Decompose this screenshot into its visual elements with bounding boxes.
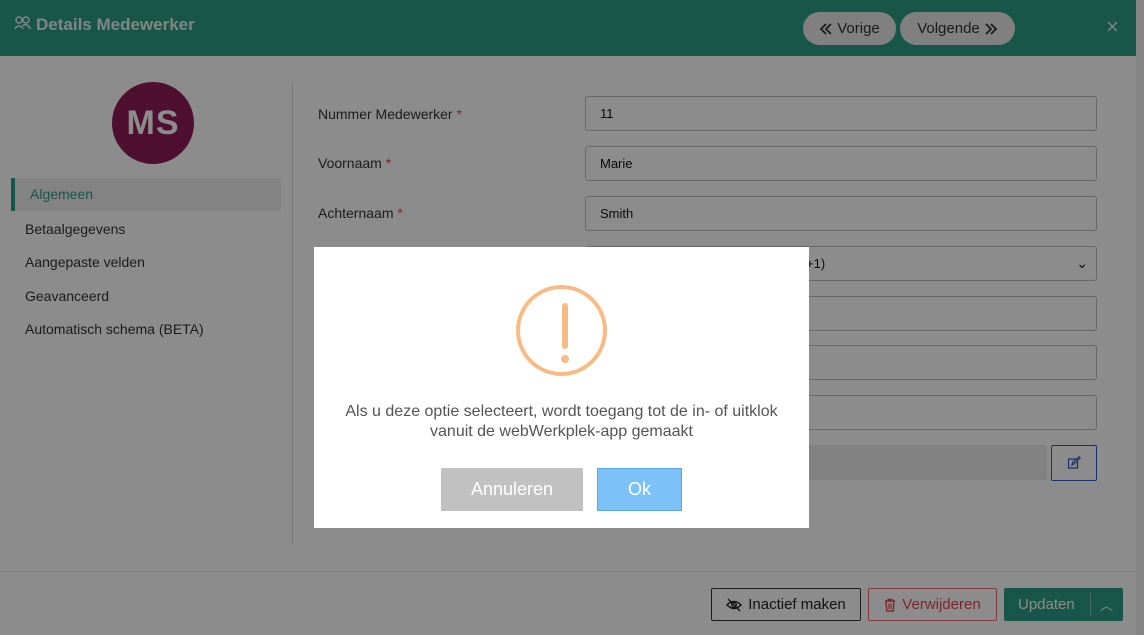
warning-icon	[516, 285, 607, 376]
dialog-message: Als u deze optie selecteert, wordt toega…	[314, 402, 809, 442]
ok-button[interactable]: Ok	[597, 468, 682, 511]
dialog-message-line-1: Als u deze optie selecteert, wordt toega…	[345, 403, 778, 420]
dialog-message-line-2: vanuit de webWerkplek-app gemaakt	[430, 423, 693, 440]
confirm-dialog: Als u deze optie selecteert, wordt toega…	[314, 247, 809, 528]
cancel-button[interactable]: Annuleren	[441, 468, 583, 511]
